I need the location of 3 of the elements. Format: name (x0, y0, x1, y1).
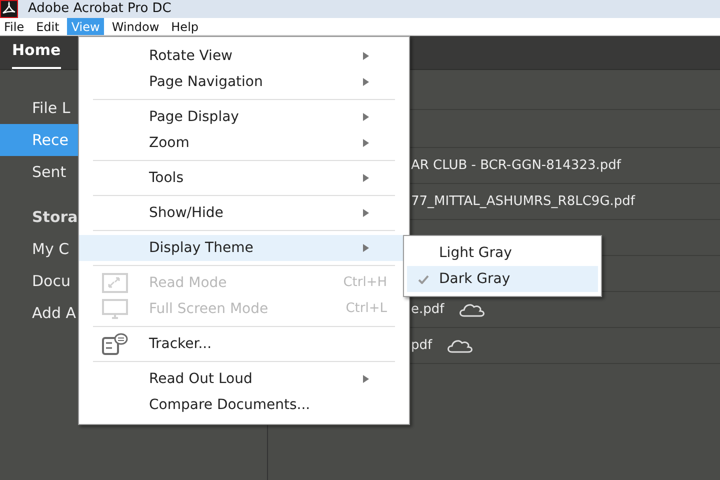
window-title: Adobe Acrobat Pro DC (28, 0, 172, 18)
shortcut-label: Ctrl+H (343, 274, 387, 292)
shortcut-label: Ctrl+L (346, 300, 387, 318)
